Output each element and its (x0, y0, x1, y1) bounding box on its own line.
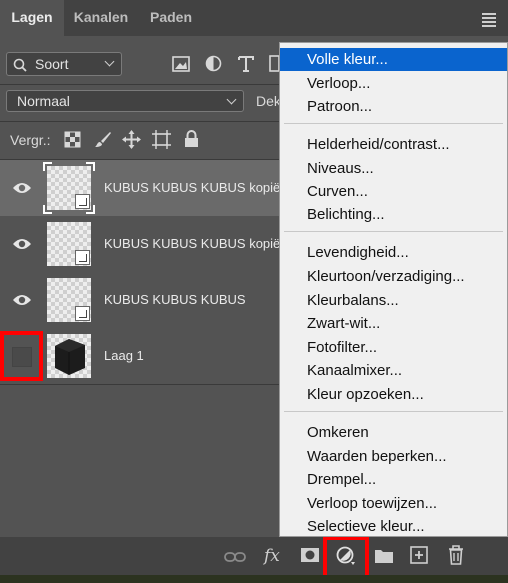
chevron-down-icon (104, 56, 115, 67)
panel-menu-icon[interactable] (482, 13, 496, 29)
smart-object-icon (75, 306, 90, 321)
menu-item-kleur-opzoeken[interactable]: Kleur opzoeken... (280, 383, 507, 406)
opacity-label: Dek (256, 93, 281, 109)
layer-thumbnail (47, 334, 91, 378)
menu-item-kleurbalans[interactable]: Kleurbalans... (280, 289, 507, 312)
canvas-edge (0, 575, 508, 583)
menu-item-verloop[interactable]: Verloop... (280, 72, 507, 95)
layer-thumbnail (47, 278, 91, 322)
new-group-folder-icon[interactable] (374, 547, 394, 564)
menu-item-patroon[interactable]: Patroon... (280, 95, 507, 118)
smart-object-icon (75, 250, 90, 265)
menu-item-belichting[interactable]: Belichting... (280, 203, 507, 226)
menu-item-fotofilter[interactable]: Fotofilter... (280, 336, 507, 359)
layer-name[interactable]: KUBUS KUBUS KUBUS (104, 292, 246, 307)
menu-separator (284, 411, 503, 412)
layer-filter-dropdown[interactable]: Soort (6, 52, 122, 76)
toolbar-divider (0, 84, 279, 85)
menu-item-drempel[interactable]: Drempel... (280, 468, 507, 491)
tab-paden[interactable]: Paden (138, 0, 204, 36)
tab-kanalen[interactable]: Kanalen (64, 0, 138, 36)
layers-divider (0, 384, 279, 385)
filter-shape-icon[interactable] (269, 55, 279, 72)
menu-item-omkeren[interactable]: Omkeren (280, 421, 507, 444)
blend-mode-dropdown[interactable]: Normaal (6, 90, 244, 112)
eye-icon[interactable] (8, 272, 36, 328)
menu-item-volle-kleur[interactable]: Volle kleur... (280, 48, 507, 71)
filter-adjustment-icon[interactable] (205, 55, 222, 72)
menu-item-niveaus[interactable]: Niveaus... (280, 157, 507, 180)
blend-mode-value: Normaal (17, 93, 70, 109)
filter-label: Soort (35, 56, 69, 72)
lock-label: Vergr.: (10, 132, 51, 148)
lock-artboard-icon[interactable] (152, 130, 171, 149)
adjustment-layer-menu: Volle kleur... Verloop... Patroon... Hel… (279, 42, 508, 537)
layer-name[interactable]: KUBUS KUBUS KUBUS kopiër (104, 180, 285, 195)
new-adjustment-layer-icon[interactable] (336, 546, 356, 566)
delete-layer-trash-icon[interactable] (447, 545, 465, 565)
lock-position-icon[interactable] (122, 130, 141, 149)
link-layers-icon[interactable] (224, 550, 246, 564)
layer-thumbnail (47, 222, 91, 266)
filter-type-icon[interactable] (238, 55, 254, 72)
fx-icon[interactable]: fx (264, 546, 280, 566)
search-icon (13, 58, 27, 72)
eye-icon[interactable] (8, 160, 36, 216)
menu-item-verloop-toewijzen[interactable]: Verloop toewijzen... (280, 492, 507, 515)
new-layer-icon[interactable] (410, 546, 428, 564)
filter-pixel-icon[interactable] (172, 56, 190, 72)
lock-transparent-icon[interactable] (64, 131, 81, 148)
lock-all-icon[interactable] (184, 130, 199, 148)
eye-icon[interactable] (8, 216, 36, 272)
toolbar-divider (0, 121, 279, 122)
menu-item-zwart-wit[interactable]: Zwart-wit... (280, 312, 507, 335)
menu-item-helderheid-contrast[interactable]: Helderheid/contrast... (280, 133, 507, 156)
menu-item-waarden-beperken[interactable]: Waarden beperken... (280, 445, 507, 468)
lock-image-pixels-icon[interactable] (94, 130, 112, 148)
menu-item-kanaalmixer[interactable]: Kanaalmixer... (280, 359, 507, 382)
layer-name[interactable]: KUBUS KUBUS KUBUS kopiër (104, 236, 285, 251)
menu-separator (284, 123, 503, 124)
panel-tab-bar: Lagen Kanalen Paden (0, 0, 508, 36)
menu-item-curven[interactable]: Curven... (280, 180, 507, 203)
tab-lagen[interactable]: Lagen (0, 0, 64, 36)
annotation-highlight-visibility (0, 331, 43, 381)
menu-item-levendigheid[interactable]: Levendigheid... (280, 241, 507, 264)
layer-name[interactable]: Laag 1 (104, 348, 144, 363)
menu-separator (284, 231, 503, 232)
selection-corners (43, 162, 95, 214)
menu-item-kleurtoon-verzadiging[interactable]: Kleurtoon/verzadiging... (280, 265, 507, 288)
menu-item-selectieve-kleur[interactable]: Selectieve kleur... (280, 515, 507, 535)
add-mask-icon[interactable] (300, 547, 320, 563)
black-cube-thumbnail (55, 339, 85, 375)
chevron-down-icon (226, 94, 237, 105)
